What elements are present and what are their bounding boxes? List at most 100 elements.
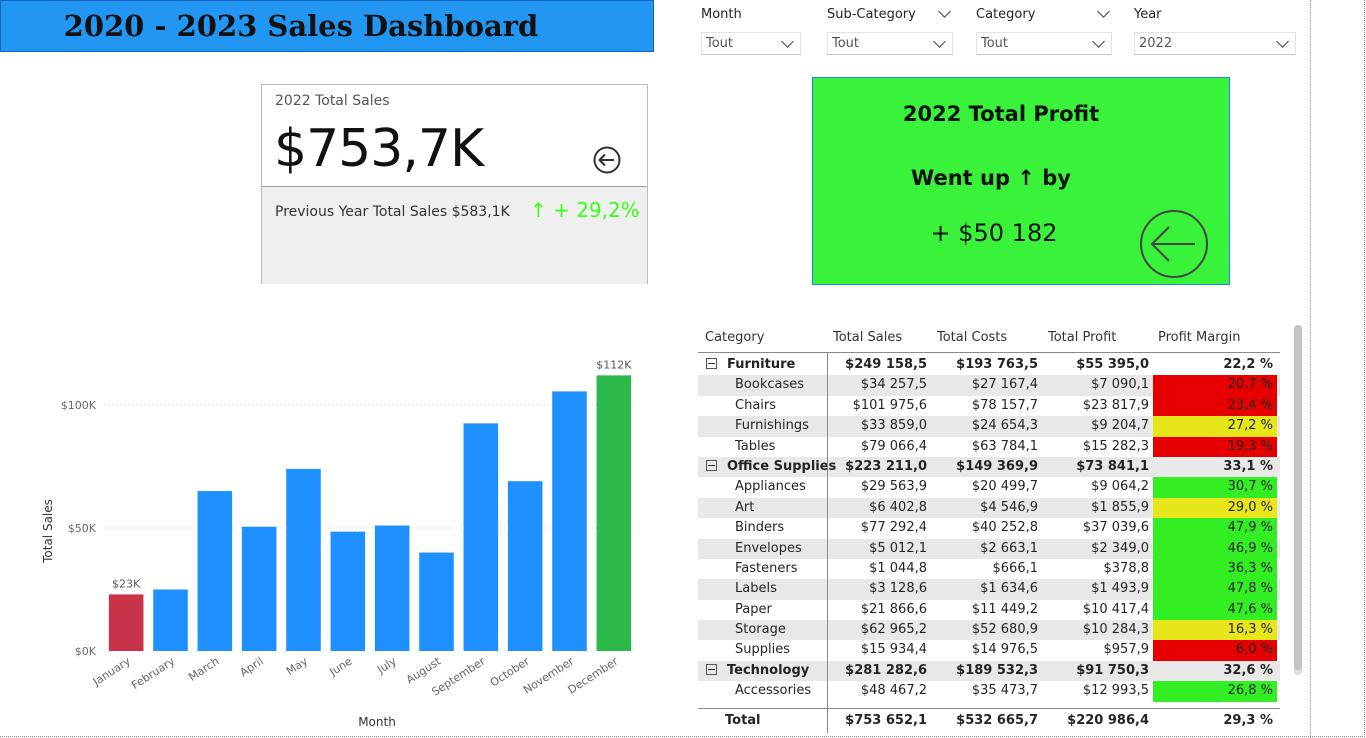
profit-cell: $37 039,6 (1082, 520, 1149, 536)
profit-trend-text: Went up ↑ by (911, 166, 1071, 190)
profit-cell: $2 349,0 (1091, 540, 1149, 556)
slicer-year: Year 2022 (1134, 4, 1296, 56)
col-header-total-sales[interactable]: Total Sales (833, 330, 902, 345)
bar-december[interactable] (596, 375, 632, 651)
x-tick-label: February (129, 654, 177, 692)
matrix-row[interactable]: Binders $77 292,4 $40 252,8 $37 039,6 47,9 % (698, 518, 1280, 539)
scrollbar-thumb[interactable] (1294, 325, 1302, 670)
profit-change-amount: + $50 182 (930, 219, 1058, 247)
sales-cell: $3 128,6 (869, 581, 927, 597)
costs-cell: $24 654,3 (971, 418, 1038, 434)
slicer-year-value: 2022 (1139, 36, 1173, 51)
costs-cell: $149 369,9 (956, 458, 1038, 474)
collapse-icon[interactable] (706, 358, 717, 369)
y-tick-label: $100K (61, 399, 97, 412)
margin-cell: 33,1 % (1223, 458, 1273, 474)
monthly-sales-bar-chart: $0K $50K $100K JanuaryFebruary March April May… (41, 358, 636, 729)
matrix-row[interactable]: Appliances $29 563,9 $20 499,7 $9 064,2 30,7… (698, 477, 1280, 498)
margin-cell: 32,6 % (1223, 662, 1273, 678)
bar-november[interactable] (552, 391, 587, 651)
y-tick-label: $0K (75, 645, 97, 658)
col-header-total-profit[interactable]: Total Profit (1048, 330, 1116, 345)
bar-january[interactable] (108, 594, 144, 651)
matrix-group-row[interactable]: Technology $281 282,6 $189 532,3 $91 750,3 3… (698, 660, 1280, 682)
slicer-category: Category Tout (976, 4, 1112, 56)
slicer-category-label: Category (976, 6, 1036, 22)
matrix-row[interactable]: Bookcases $34 257,5 $27 167,4 $7 090,1 20,7 … (698, 375, 1280, 396)
matrix-row[interactable]: Envelopes $5 012,1 $2 663,1 $2 349,0 46,9 % (698, 538, 1280, 559)
bar-june[interactable] (330, 531, 366, 651)
matrix-row[interactable]: Chairs $101 975,6 $78 157,7 $23 817,9 23,4 % (698, 395, 1280, 417)
costs-cell: $78 157,7 (971, 397, 1038, 413)
y-axis-title: Total Sales (41, 499, 55, 564)
costs-cell: $40 252,8 (971, 520, 1038, 536)
back-arrow-circle-icon[interactable] (593, 146, 621, 174)
margin-cell: 19,3 % (1153, 436, 1277, 457)
sales-cell: $249 158,5 (845, 357, 927, 372)
col-header-category[interactable]: Category (705, 330, 764, 345)
profit-cell: $12 993,5 (1082, 683, 1149, 699)
slicer-category-dropdown[interactable]: Tout (976, 32, 1112, 55)
slicer-year-dropdown[interactable]: 2022 (1134, 32, 1296, 55)
slicer-sub-category: Sub-Category Tout (827, 4, 953, 56)
margin-cell: 47,9 % (1153, 518, 1277, 539)
matrix-scrollbar[interactable] (1294, 325, 1302, 675)
matrix-row[interactable]: Paper $21 866,6 $11 449,2 $10 417,4 47,6 % (698, 599, 1280, 621)
col-header-total-costs[interactable]: Total Costs (937, 330, 1007, 345)
matrix-group-row[interactable]: Furniture $249 158,5 $193 763,5 $55 395,0 22… (698, 355, 1280, 375)
collapse-icon[interactable] (706, 459, 717, 471)
collapse-icon[interactable] (706, 663, 717, 675)
profit-cell: $15 282,3 (1082, 438, 1149, 454)
bar-july[interactable] (374, 525, 410, 651)
margin-cell: 26,8 % (1153, 681, 1277, 702)
matrix-row[interactable]: Art $6 402,8 $4 546,9 $1 855,9 29,0 % (698, 497, 1280, 519)
profit-cell: $10 284,3 (1082, 622, 1149, 638)
chevron-down-icon[interactable] (938, 5, 951, 18)
costs-cell: $4 546,9 (980, 499, 1038, 515)
matrix-row[interactable]: Supplies $15 934,4 $14 976,5 $957,9 6,0 % (698, 640, 1280, 661)
slicer-sub-category-label: Sub-Category (827, 6, 916, 22)
bar-may[interactable] (286, 468, 321, 651)
matrix-row[interactable]: Accessories $48 467,2 $35 473,7 $12 993,5 26… (698, 681, 1280, 702)
slicer-month-dropdown[interactable]: Tout (701, 32, 801, 55)
costs-cell: $11 449,2 (971, 601, 1038, 617)
bar-april[interactable] (241, 526, 277, 651)
x-tick-label: July (374, 654, 399, 676)
matrix-row[interactable]: Furnishings $33 859,0 $24 654,3 $9 204,7 27,… (698, 416, 1280, 437)
profit-cell: $957,9 (1103, 642, 1150, 658)
col-header-profit-margin[interactable]: Profit Margin (1158, 330, 1240, 345)
category-cell: Bookcases (698, 375, 827, 396)
matrix-row[interactable]: Tables $79 066,4 $63 784,1 $15 282,3 19,3 % (698, 436, 1280, 457)
slicer-sub-category-dropdown[interactable]: Tout (827, 32, 953, 55)
matrix-row[interactable]: Storage $62 965,2 $52 680,9 $10 284,3 16,3 % (698, 620, 1280, 641)
profit-cell: $1 855,9 (1091, 499, 1149, 515)
bar-march[interactable] (197, 491, 233, 651)
chevron-down-icon[interactable] (1097, 5, 1110, 18)
category-cell: Furnishings (698, 416, 827, 437)
bar-october[interactable] (507, 481, 543, 651)
sales-cell: $48 467,2 (860, 683, 927, 699)
category-label: Tables (735, 438, 776, 454)
dashboard-title: 2020 - 2023 Sales Dashboard (63, 9, 539, 43)
category-cell: Art (698, 497, 827, 519)
total-profit-title: 2022 Total Profit (902, 102, 1100, 126)
matrix-row[interactable]: Labels $3 128,6 $1 634,6 $1 493,9 47,8 % (698, 579, 1280, 600)
bar-september[interactable] (463, 423, 499, 651)
matrix-group-row[interactable]: Office Supplies $223 211,0 $149 369,9 $73 8… (698, 456, 1280, 478)
category-label: Chairs (735, 397, 777, 413)
data-label: $112K (596, 358, 632, 371)
back-arrow-circle-icon[interactable] (1139, 209, 1209, 279)
sales-cell: $5 012,1 (869, 540, 927, 556)
category-label: Fasteners (735, 560, 798, 576)
sales-change-percent: ↑ + 29,2% (530, 198, 640, 222)
dashboard-title-banner: 2020 - 2023 Sales Dashboard (0, 0, 654, 52)
bar-february[interactable] (153, 589, 188, 651)
category-cell: Furniture (698, 355, 827, 375)
chevron-down-icon (1276, 34, 1289, 48)
total-margin-cell: 29,3 % (1223, 713, 1273, 728)
costs-cell: $14 976,5 (971, 642, 1038, 658)
sales-cell: $33 859,0 (860, 418, 927, 434)
bar-august[interactable] (419, 552, 454, 651)
matrix-row[interactable]: Fasteners $1 044,8 $666,1 $378,8 36,3 % (698, 558, 1280, 580)
category-label: Furnishings (735, 418, 809, 434)
